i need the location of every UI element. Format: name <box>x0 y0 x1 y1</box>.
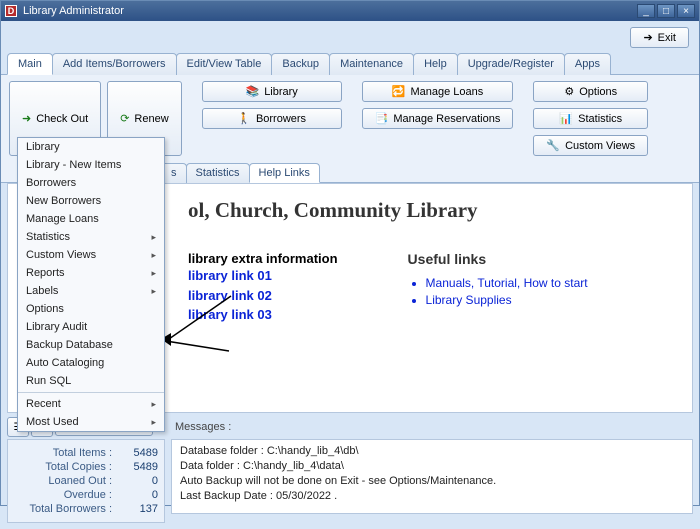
options-label: Options <box>579 86 617 98</box>
exit-label: Exit <box>658 32 676 44</box>
stat-row: Total Borrowers :137 <box>12 502 160 516</box>
extra-info-heading: library extra information <box>188 251 338 266</box>
stat-label: Total Items : <box>14 447 118 459</box>
exit-button[interactable]: ➔ Exit <box>630 27 689 48</box>
check-out-label: Check Out <box>36 113 88 125</box>
borrowers-button[interactable]: 🚶 Borrowers <box>202 108 342 129</box>
person-icon: 🚶 <box>237 112 251 125</box>
message-line: Data folder : C:\handy_lib_4\data\ <box>180 459 684 474</box>
titlebar: D Library Administrator _ □ × <box>1 1 699 21</box>
library-link-2[interactable]: library link 02 <box>188 286 338 306</box>
manage-reservations-button[interactable]: 📑 Manage Reservations <box>362 108 514 129</box>
custom-views-label: Custom Views <box>565 140 635 152</box>
tab-maintenance[interactable]: Maintenance <box>329 53 414 75</box>
menu-item-manage-loans[interactable]: Manage Loans <box>18 210 164 228</box>
menu-item-backup-database[interactable]: Backup Database <box>18 336 164 354</box>
message-line: Database folder : C:\handy_lib_4\db\ <box>180 444 684 459</box>
stat-row: Total Items :5489 <box>12 446 160 460</box>
tab-upgrade-register[interactable]: Upgrade/Register <box>457 53 565 75</box>
library-label: Library <box>264 86 298 98</box>
main-tabset: MainAdd Items/BorrowersEdit/View TableBa… <box>1 52 699 75</box>
custom-views-button[interactable]: 🔧 Custom Views <box>533 135 648 156</box>
menu-separator <box>18 392 164 393</box>
manage-loans-button[interactable]: 🔁 Manage Loans <box>362 81 514 102</box>
manage-reservations-label: Manage Reservations <box>393 113 500 125</box>
tab-help[interactable]: Help <box>413 53 458 75</box>
stat-row: Loaned Out :0 <box>12 474 160 488</box>
menu-item-labels[interactable]: Labels <box>18 282 164 300</box>
page-title: ol, Church, Community Library <box>188 198 678 223</box>
close-button[interactable]: × <box>677 4 695 18</box>
renew-label: Renew <box>134 113 168 125</box>
minimize-button[interactable]: _ <box>637 4 655 18</box>
stats-pane: Total Items :5489Total Copies :5489Loane… <box>7 439 165 523</box>
renew-icon: ⟳ <box>120 112 129 125</box>
stat-row: Overdue :0 <box>12 488 160 502</box>
messages-pane: Database folder : C:\handy_lib_4\db\Data… <box>171 439 693 514</box>
stat-value: 0 <box>118 475 158 487</box>
tab-help-links[interactable]: Help Links <box>249 163 320 183</box>
useful-link-1[interactable]: Manuals, Tutorial, How to start <box>426 275 588 292</box>
stat-label: Loaned Out : <box>14 475 118 487</box>
library-dropdown-menu: LibraryLibrary - New ItemsBorrowersNew B… <box>17 137 165 432</box>
books-icon: 📚 <box>245 85 259 98</box>
exit-icon: ➔ <box>643 31 652 44</box>
statistics-label: Statistics <box>578 113 622 125</box>
gear-icon: ⚙ <box>564 85 574 98</box>
menu-item-most-used[interactable]: Most Used <box>18 413 164 431</box>
message-line: Auto Backup will not be done on Exit - s… <box>180 474 684 489</box>
borrowers-label: Borrowers <box>256 113 306 125</box>
menu-item-custom-views[interactable]: Custom Views <box>18 246 164 264</box>
tab-backup[interactable]: Backup <box>271 53 330 75</box>
stat-value: 137 <box>118 503 158 515</box>
useful-link-2[interactable]: Library Supplies <box>426 292 588 309</box>
messages-label: Messages : <box>173 417 231 435</box>
menu-item-auto-cataloging[interactable]: Auto Cataloging <box>18 354 164 372</box>
menu-item-recent[interactable]: Recent <box>18 395 164 413</box>
message-line: Last Backup Date : 05/30/2022 . <box>180 489 684 504</box>
library-link-1[interactable]: library link 01 <box>188 266 338 286</box>
stat-label: Overdue : <box>14 489 118 501</box>
menu-item-library[interactable]: Library <box>18 138 164 156</box>
options-button[interactable]: ⚙ Options <box>533 81 648 102</box>
app-icon: D <box>5 5 17 17</box>
menu-item-library-new-items[interactable]: Library - New Items <box>18 156 164 174</box>
stat-value: 0 <box>118 489 158 501</box>
menu-item-library-audit[interactable]: Library Audit <box>18 318 164 336</box>
maximize-button[interactable]: □ <box>657 4 675 18</box>
window-title: Library Administrator <box>23 5 124 17</box>
tab-statistics[interactable]: Statistics <box>186 163 250 183</box>
statistics-button[interactable]: 📊 Statistics <box>533 108 648 129</box>
tab-main[interactable]: Main <box>7 53 53 75</box>
stat-label: Total Borrowers : <box>14 503 118 515</box>
arrow-right-icon: ➜ <box>22 112 31 125</box>
stat-label: Total Copies : <box>14 461 118 473</box>
tab-edit-view-table[interactable]: Edit/View Table <box>176 53 273 75</box>
manage-loans-label: Manage Loans <box>410 86 483 98</box>
stat-value: 5489 <box>118 461 158 473</box>
menu-item-statistics[interactable]: Statistics <box>18 228 164 246</box>
reservations-icon: 📑 <box>375 112 389 125</box>
chart-icon: 📊 <box>559 112 573 125</box>
views-icon: 🔧 <box>546 139 560 152</box>
stat-row: Total Copies :5489 <box>12 460 160 474</box>
useful-links-heading: Useful links <box>408 251 588 267</box>
library-link-3[interactable]: library link 03 <box>188 305 338 325</box>
loans-icon: 🔁 <box>392 85 406 98</box>
menu-item-run-sql[interactable]: Run SQL <box>18 372 164 390</box>
library-button[interactable]: 📚 Library <box>202 81 342 102</box>
stat-value: 5489 <box>118 447 158 459</box>
menu-item-reports[interactable]: Reports <box>18 264 164 282</box>
tab-apps[interactable]: Apps <box>564 53 611 75</box>
menu-item-new-borrowers[interactable]: New Borrowers <box>18 192 164 210</box>
tab-add-items-borrowers[interactable]: Add Items/Borrowers <box>52 53 177 75</box>
menu-item-borrowers[interactable]: Borrowers <box>18 174 164 192</box>
menu-item-options[interactable]: Options <box>18 300 164 318</box>
